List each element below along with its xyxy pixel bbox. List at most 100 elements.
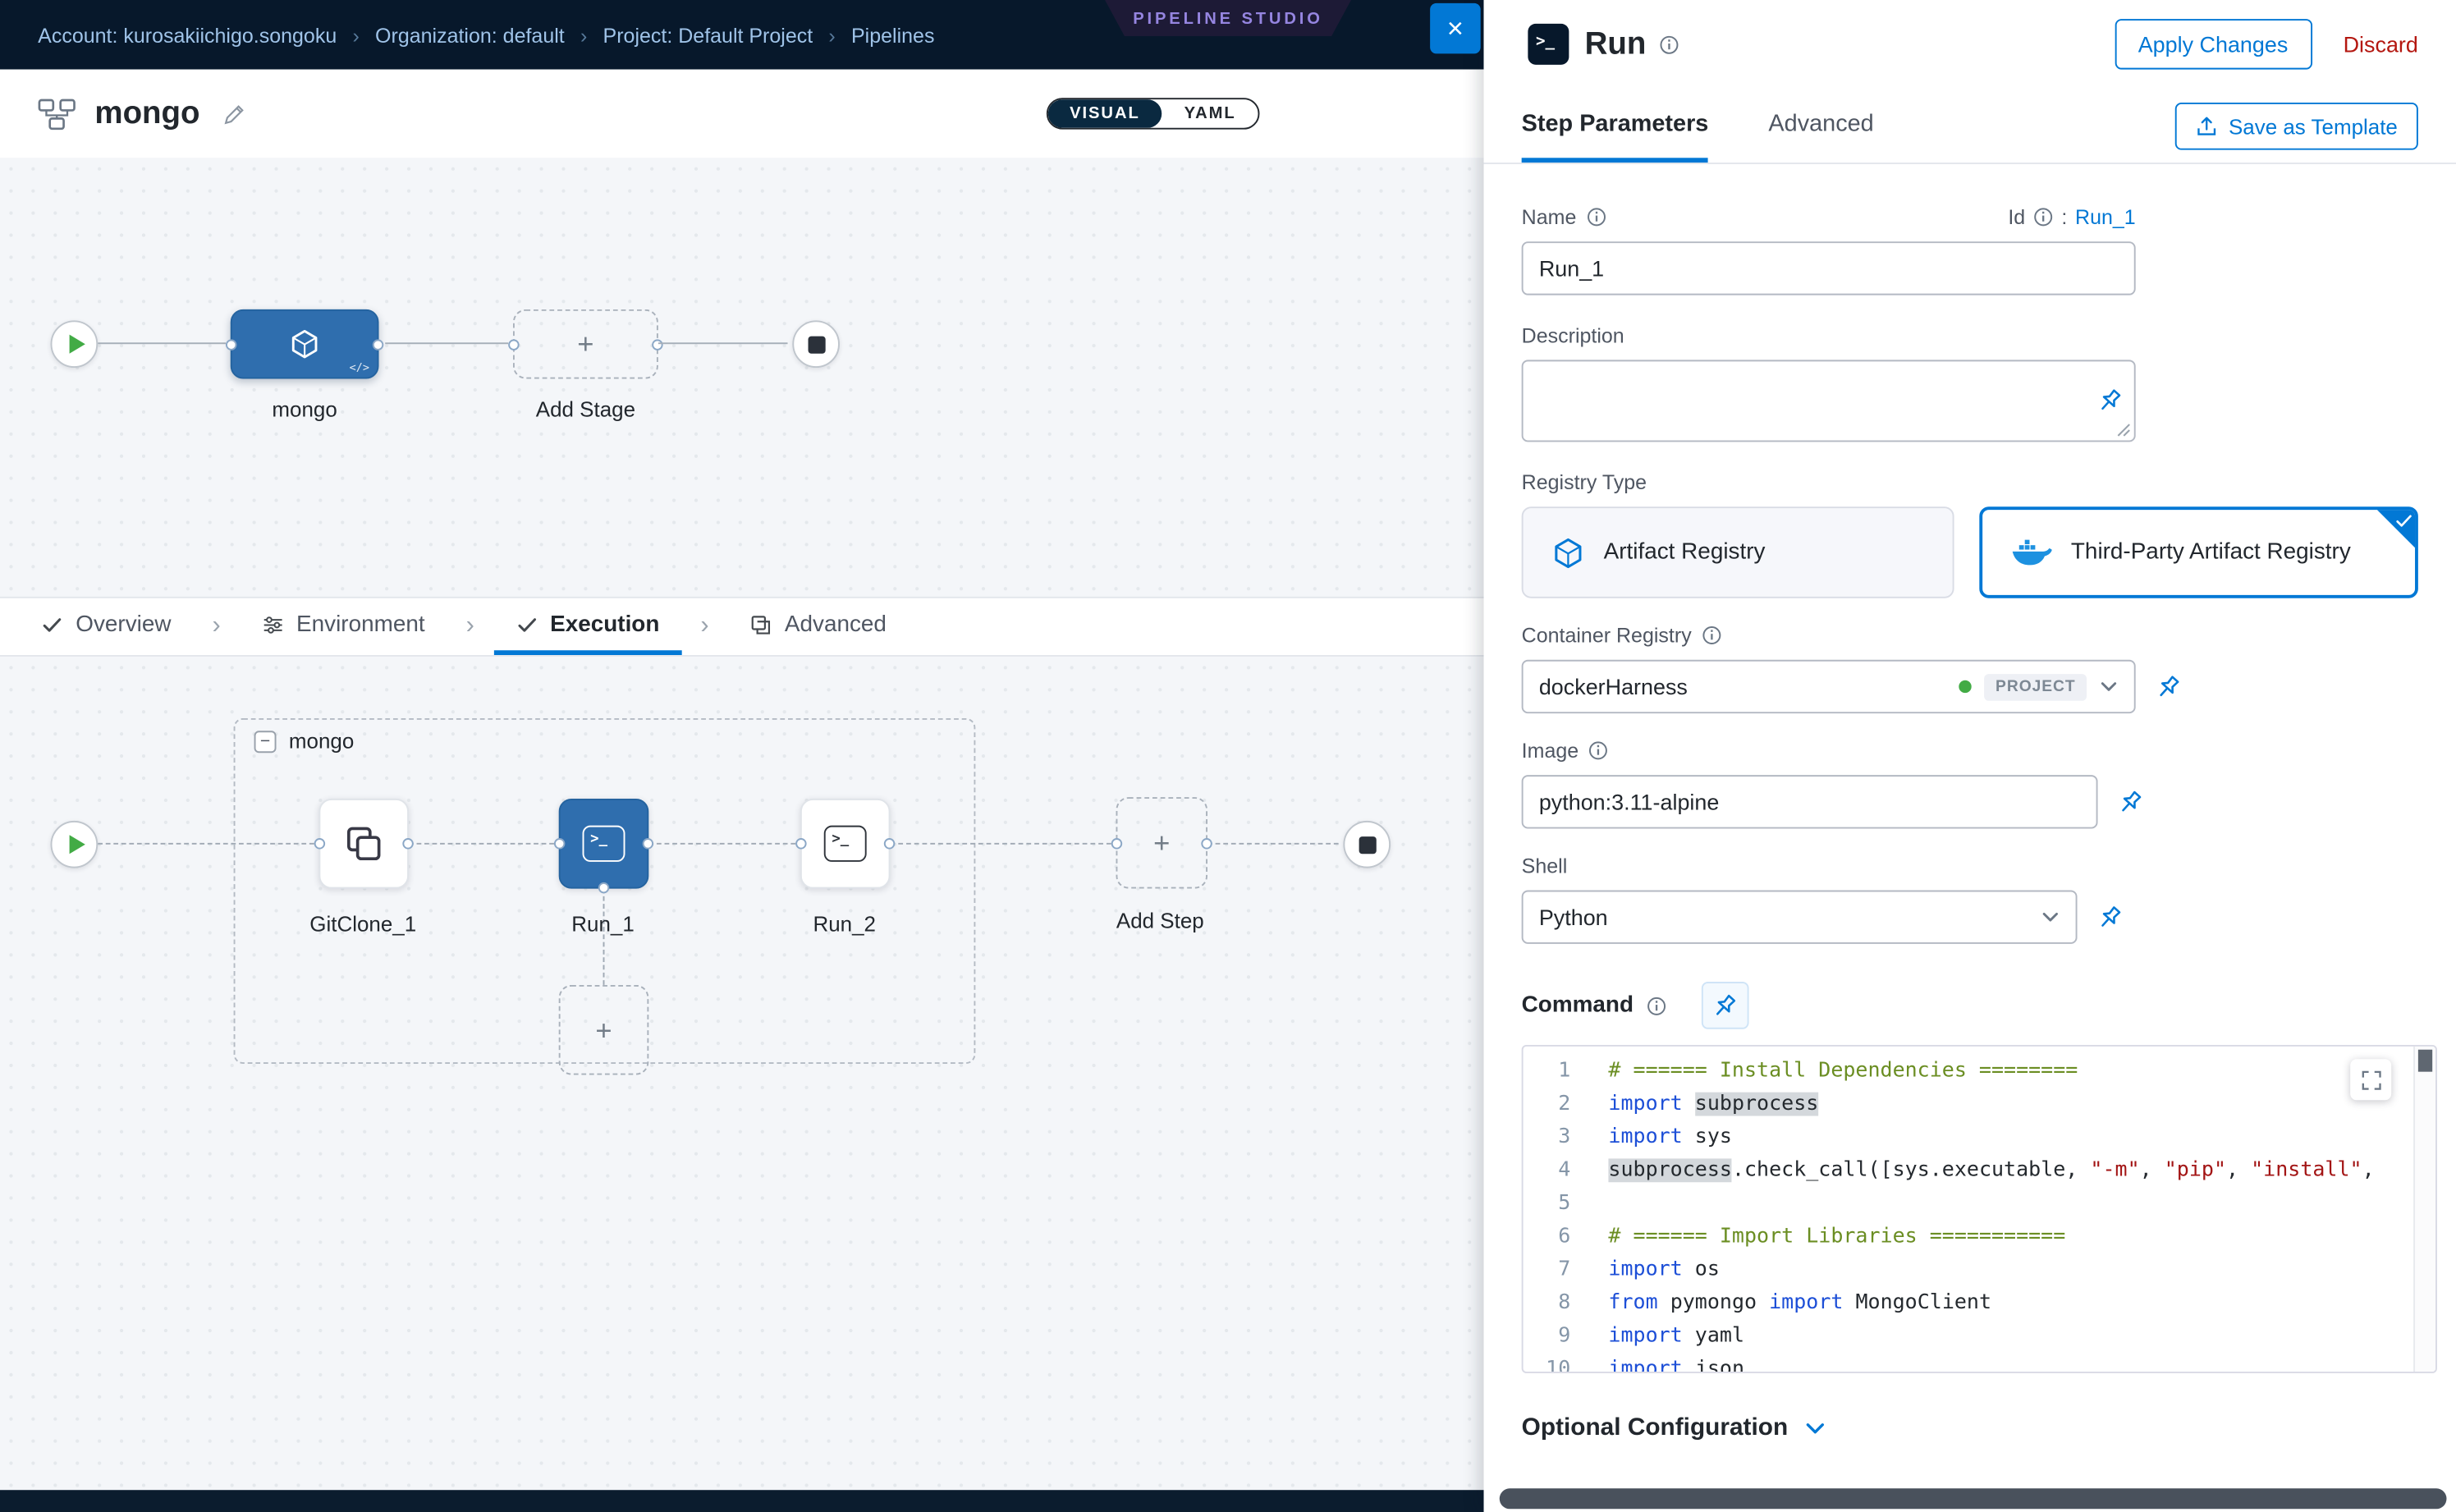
close-panel-button[interactable]: × bbox=[1430, 3, 1481, 54]
description-label: Description bbox=[1522, 323, 2418, 347]
shell-pin-button[interactable] bbox=[2096, 904, 2124, 931]
collapse-group-button[interactable]: − bbox=[254, 731, 277, 753]
registry-type-options: Artifact Registry Third-Party Artifact R… bbox=[1522, 506, 2418, 598]
node-port[interactable] bbox=[884, 838, 895, 849]
add-stage-button[interactable]: + bbox=[513, 309, 658, 379]
node-port[interactable] bbox=[402, 838, 413, 849]
execution-end-node[interactable] bbox=[1343, 821, 1391, 868]
container-registry-field[interactable]: dockerHarness PROJECT bbox=[1522, 660, 2136, 713]
tab-overview[interactable]: Overview bbox=[19, 598, 193, 655]
breadcrumb-organization[interactable]: Organization: default bbox=[375, 23, 565, 47]
command-pin-button[interactable] bbox=[1702, 982, 1749, 1029]
editor-scrollbar-thumb[interactable] bbox=[2418, 1050, 2432, 1072]
tab-environment[interactable]: Environment bbox=[240, 598, 447, 655]
stage-graph-canvas[interactable]: </> mongo + Add Stage bbox=[0, 158, 1484, 597]
chevron-down-icon[interactable] bbox=[2041, 908, 2060, 927]
id-label: Id bbox=[2008, 205, 2025, 229]
code-line: 7import os bbox=[1524, 1253, 2435, 1286]
node-port[interactable] bbox=[643, 838, 653, 849]
discard-button[interactable]: Discard bbox=[2344, 31, 2418, 57]
resize-grip-icon[interactable] bbox=[2117, 423, 2131, 437]
panel-header: Run Apply Changes Discard bbox=[1484, 0, 2456, 89]
registry-option-artifact-registry[interactable]: Artifact Registry bbox=[1522, 506, 1954, 598]
add-parallel-step-button[interactable]: + bbox=[559, 985, 649, 1075]
toggle-yaml-button[interactable]: YAML bbox=[1162, 99, 1258, 128]
terminal-icon bbox=[583, 826, 625, 862]
image-input[interactable] bbox=[1522, 775, 2098, 828]
step-node-run-2[interactable] bbox=[800, 799, 891, 889]
tab-execution[interactable]: Execution bbox=[493, 598, 681, 655]
breadcrumb-project[interactable]: Project: Default Project bbox=[603, 23, 813, 47]
shell-select[interactable]: Python bbox=[1522, 891, 2078, 944]
execution-start-node[interactable] bbox=[51, 821, 99, 868]
artifact-registry-icon bbox=[1551, 536, 1584, 569]
git-clone-icon bbox=[342, 822, 385, 865]
node-port[interactable] bbox=[508, 338, 519, 349]
plus-icon: + bbox=[577, 330, 593, 359]
container-registry-value: dockerHarness bbox=[1539, 674, 1688, 699]
node-port[interactable] bbox=[795, 838, 806, 849]
id-colon: : bbox=[2061, 205, 2067, 229]
node-port[interactable] bbox=[226, 338, 236, 349]
code-line: 9import yaml bbox=[1524, 1320, 2435, 1353]
step-node-run-1[interactable] bbox=[559, 799, 649, 889]
info-icon[interactable] bbox=[2033, 207, 2054, 227]
code-line: 4subprocess.check_call([sys.executable, … bbox=[1524, 1154, 2435, 1187]
advanced-icon bbox=[750, 613, 772, 635]
info-icon[interactable] bbox=[1586, 207, 1606, 227]
edge-connector bbox=[891, 843, 1111, 845]
breadcrumb-pipelines[interactable]: Pipelines bbox=[851, 23, 934, 47]
container-registry-pin-button[interactable] bbox=[2155, 673, 2182, 700]
plus-icon: + bbox=[595, 1015, 612, 1044]
editor-expand-button[interactable] bbox=[2350, 1059, 2391, 1100]
info-icon[interactable] bbox=[1659, 34, 1679, 54]
node-port[interactable] bbox=[1201, 837, 1212, 848]
node-port[interactable] bbox=[314, 838, 325, 849]
toggle-visual-button[interactable]: VISUAL bbox=[1047, 99, 1162, 128]
tab-step-parameters[interactable]: Step Parameters bbox=[1522, 89, 1709, 163]
execution-graph-canvas[interactable]: − mongo GitClone_1 Run_1 bbox=[0, 657, 1484, 1490]
tab-execution-label: Execution bbox=[550, 612, 659, 637]
tab-separator-icon: › bbox=[681, 598, 727, 655]
pipeline-header: mongo VISUAL YAML bbox=[0, 70, 1484, 158]
pin-icon bbox=[1711, 992, 1739, 1019]
description-input[interactable] bbox=[1522, 360, 2136, 442]
tab-separator-icon: › bbox=[193, 598, 239, 655]
breadcrumb: Account: kurosakiichigo.songoku › Organi… bbox=[38, 23, 934, 47]
node-port[interactable] bbox=[373, 338, 383, 349]
image-pin-button[interactable] bbox=[2117, 788, 2144, 815]
editor-scrollbar[interactable] bbox=[2413, 1047, 2435, 1372]
apply-changes-button[interactable]: Apply Changes bbox=[2115, 19, 2312, 70]
description-pin-button[interactable] bbox=[2096, 387, 2124, 415]
add-step-button[interactable]: + bbox=[1116, 797, 1207, 889]
optional-configuration-toggle[interactable]: Optional Configuration bbox=[1522, 1414, 2418, 1443]
stage-node-mongo[interactable]: </> bbox=[231, 309, 379, 379]
edit-pencil-icon[interactable] bbox=[222, 102, 245, 126]
info-icon[interactable] bbox=[1646, 995, 1666, 1015]
pipeline-end-node[interactable] bbox=[792, 320, 840, 368]
command-code-editor[interactable]: 1# ====== Install Dependencies ========2… bbox=[1522, 1045, 2437, 1373]
pin-icon bbox=[2096, 387, 2124, 415]
node-port[interactable] bbox=[598, 882, 609, 893]
info-icon[interactable] bbox=[1588, 740, 1609, 761]
registry-option-third-party[interactable]: Third-Party Artifact Registry bbox=[1979, 506, 2418, 598]
node-port[interactable] bbox=[1111, 837, 1122, 848]
save-as-template-button[interactable]: Save as Template bbox=[2175, 103, 2418, 150]
horizontal-scrollbar-thumb[interactable] bbox=[1500, 1488, 2447, 1509]
name-input[interactable] bbox=[1522, 241, 2136, 295]
edge-connector bbox=[98, 843, 314, 845]
edge-connector bbox=[1207, 843, 1339, 845]
breadcrumb-account[interactable]: Account: kurosakiichigo.songoku bbox=[38, 23, 337, 47]
code-line: 10import json bbox=[1524, 1353, 2435, 1373]
top-nav-bar: Account: kurosakiichigo.songoku › Organi… bbox=[0, 0, 1484, 70]
code-mark: </> bbox=[350, 361, 369, 373]
pipeline-start-node[interactable] bbox=[51, 320, 99, 368]
tab-panel-advanced[interactable]: Advanced bbox=[1768, 89, 1873, 163]
node-port[interactable] bbox=[554, 838, 565, 849]
pin-icon bbox=[2117, 788, 2144, 815]
tab-advanced[interactable]: Advanced bbox=[728, 598, 909, 655]
edge-connector bbox=[648, 843, 795, 845]
chevron-down-icon[interactable] bbox=[2099, 677, 2118, 696]
info-icon[interactable] bbox=[1701, 625, 1721, 645]
step-node-gitclone-1[interactable] bbox=[318, 799, 409, 889]
